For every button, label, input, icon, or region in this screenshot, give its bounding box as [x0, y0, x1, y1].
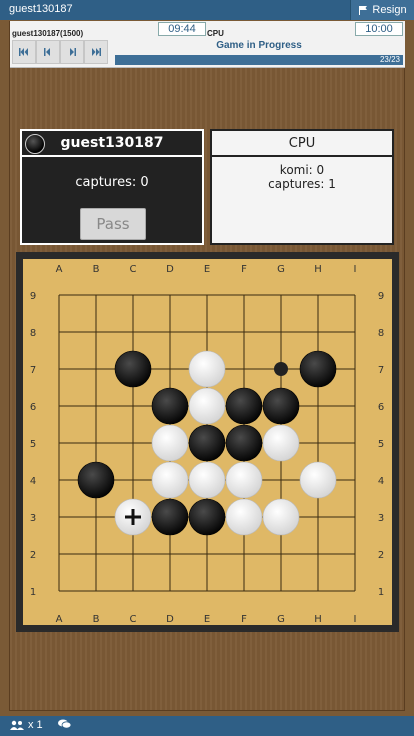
row-label-left: 4 [30, 476, 36, 487]
row-label-left: 1 [30, 587, 36, 598]
row-label-right: 4 [378, 476, 384, 487]
player-panel-name: guest130187 [60, 135, 164, 151]
black-stone-icon [25, 134, 45, 154]
row-label-left: 9 [30, 291, 36, 302]
column-label-bottom: E [204, 614, 210, 625]
column-label-top: D [166, 264, 174, 275]
white-stone-F3 [225, 498, 263, 536]
black-stone-H7 [299, 350, 337, 388]
black-stone-D3 [151, 498, 189, 536]
row-label-left: 3 [30, 513, 36, 524]
player-captures: captures: 0 [75, 175, 149, 190]
black-stone-D6 [151, 387, 189, 425]
move-marker-dot [274, 362, 288, 376]
resign-button[interactable]: Resign [350, 0, 414, 20]
row-label-right: 9 [378, 291, 384, 302]
board-frame: A A B B C C D D E E F F G G H H I I 9 9 8 8 7 7 6 6 5 5 4 4 3 3 2 2 1 1 [16, 252, 399, 632]
white-stone-E7 [188, 350, 226, 388]
column-label-top: I [354, 264, 357, 275]
opponent-komi: komi: 0 [279, 163, 325, 177]
row-label-right: 6 [378, 402, 384, 413]
game-status: Game in Progress [216, 40, 302, 51]
column-label-top: B [93, 264, 100, 275]
resign-label: Resign [372, 4, 407, 16]
player-panel-header: guest130187 [22, 131, 202, 157]
row-label-right: 5 [378, 439, 384, 450]
column-label-bottom: C [130, 614, 137, 625]
black-stone-G6 [262, 387, 300, 425]
opponent-name-label: CPU [207, 29, 224, 38]
move-progress-bar: 23/23 [115, 55, 403, 65]
column-label-top: A [56, 264, 63, 275]
flag-icon [359, 6, 368, 15]
black-stone-F5 [225, 424, 263, 462]
white-stone-G5 [262, 424, 300, 462]
opponent-clock: 10:00 [355, 22, 403, 36]
column-label-bottom: A [56, 614, 63, 625]
black-stone-E3 [188, 498, 226, 536]
next-move-button[interactable] [60, 40, 84, 64]
white-stone-D4 [151, 461, 189, 499]
player-name-label: guest130187(1500) [12, 29, 84, 38]
column-label-top: G [277, 264, 285, 275]
row-label-right: 7 [378, 365, 384, 376]
prev-move-icon [44, 48, 50, 56]
player-clock: 09:44 [158, 22, 206, 36]
users-count: x 1 [28, 719, 43, 731]
black-stone-F6 [225, 387, 263, 425]
opponent-panel-name: CPU [212, 131, 392, 157]
row-label-right: 1 [378, 587, 384, 598]
column-label-top: H [314, 264, 322, 275]
row-label-left: 5 [30, 439, 36, 450]
row-label-right: 8 [378, 328, 384, 339]
next-move-icon [70, 48, 76, 56]
column-label-bottom: F [241, 614, 247, 625]
move-progress-fill [115, 55, 403, 65]
chat-button[interactable] [58, 719, 71, 729]
column-label-top: F [241, 264, 247, 275]
last-move-icon [92, 48, 101, 56]
white-stone-E4 [188, 461, 226, 499]
prev-move-button[interactable] [36, 40, 60, 64]
row-label-right: 3 [378, 513, 384, 524]
column-label-top: C [130, 264, 137, 275]
first-move-icon [19, 48, 28, 56]
black-stone-B4 [77, 461, 115, 499]
column-label-bottom: B [93, 614, 100, 625]
go-board-svg[interactable]: A A B B C C D D E E F F G G H H I I 9 9 8 8 7 7 6 6 5 5 4 4 3 3 2 2 1 1 [23, 259, 392, 625]
white-stone-E6 [188, 387, 226, 425]
row-label-left: 6 [30, 402, 36, 413]
column-label-bottom: H [314, 614, 322, 625]
go-board[interactable]: A A B B C C D D E E F F G G H H I I 9 9 8 8 7 7 6 6 5 5 4 4 3 3 2 2 1 1 [23, 259, 392, 625]
row-label-left: 7 [30, 365, 36, 376]
black-stone-E5 [188, 424, 226, 462]
move-navigation [12, 40, 108, 64]
bottom-bar: x 1 [0, 716, 414, 736]
chat-icon [58, 719, 71, 729]
row-label-right: 2 [378, 550, 384, 561]
opponent-captures: captures: 1 [268, 177, 336, 191]
player-panel: guest130187 captures: 0 Pass [20, 129, 204, 245]
column-label-bottom: D [166, 614, 174, 625]
row-label-left: 8 [30, 328, 36, 339]
column-label-bottom: I [354, 614, 357, 625]
first-move-button[interactable] [12, 40, 36, 64]
white-stone-H4 [299, 461, 337, 499]
column-label-top: E [204, 264, 210, 275]
black-stone-C7 [114, 350, 152, 388]
game-header: guest130187(1500) CPU 09:44 10:00 Game i… [10, 21, 405, 68]
column-label-bottom: G [277, 614, 285, 625]
last-move-button[interactable] [84, 40, 108, 64]
users-button[interactable]: x 1 [10, 719, 43, 731]
top-bar: guest130187 Resign [0, 0, 414, 20]
white-stone-G3 [262, 498, 300, 536]
users-icon [10, 720, 24, 730]
white-stone-F4 [225, 461, 263, 499]
move-counter: 23/23 [379, 55, 400, 64]
pass-button[interactable]: Pass [80, 208, 146, 240]
row-label-left: 2 [30, 550, 36, 561]
username: guest130187 [9, 3, 73, 15]
opponent-panel: CPU komi: 0 captures: 1 [210, 129, 394, 245]
white-stone-D5 [151, 424, 189, 462]
